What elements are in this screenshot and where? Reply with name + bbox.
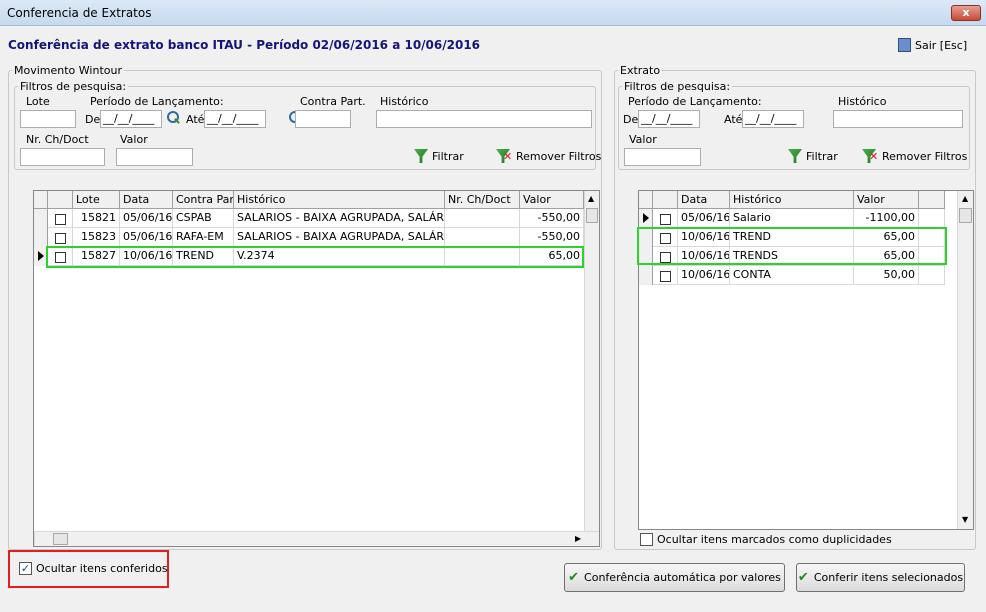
current-row-indicator-icon bbox=[38, 251, 44, 261]
title-bar: Conferencia de Extratos x bbox=[0, 0, 986, 26]
left-periodo-label: Período de Lançamento: bbox=[90, 95, 224, 108]
hide-duplicates-label: Ocultar itens marcados como duplicidades bbox=[657, 533, 892, 546]
left-ate-input[interactable]: __/__/____ bbox=[204, 110, 266, 128]
left-de-input[interactable]: __/__/____ bbox=[100, 110, 162, 128]
table-row[interactable]: 15821 05/06/16 CSPAB SALARIOS - BAIXA AG… bbox=[34, 209, 584, 228]
right-valor-input[interactable] bbox=[624, 148, 701, 166]
auto-reconcile-button[interactable]: ✔ Conferência automática por valores bbox=[564, 563, 785, 592]
right-remove-filters-label: Remover Filtros bbox=[882, 149, 968, 163]
window-title: Conferencia de Extratos bbox=[7, 6, 152, 20]
highlight-box bbox=[46, 246, 584, 268]
hscroll-thumb[interactable] bbox=[53, 533, 68, 545]
row-checkbox[interactable] bbox=[54, 214, 66, 225]
filter-icon bbox=[414, 149, 428, 163]
remove-filter-icon bbox=[862, 149, 878, 163]
extrato-group-title: Extrato bbox=[618, 64, 663, 77]
left-valor-input[interactable] bbox=[116, 148, 193, 166]
left-grid: Lote Data Contra Part. Histórico Nr. Ch/… bbox=[33, 190, 600, 547]
hide-checked-label: Ocultar itens conferidos bbox=[36, 562, 168, 575]
check-icon: ✔ bbox=[797, 570, 809, 585]
confirm-selected-button[interactable]: ✔ Conferir itens selecionados bbox=[796, 563, 965, 592]
left-vertical-scrollbar[interactable]: ▲ bbox=[584, 191, 599, 531]
right-de-label: De bbox=[623, 113, 639, 126]
scroll-thumb[interactable] bbox=[959, 208, 972, 223]
page-title: Conferência de extrato banco ITAU - Perí… bbox=[8, 38, 481, 52]
row-checkbox[interactable] bbox=[659, 214, 671, 225]
movimento-group-title: Movimento Wintour bbox=[12, 64, 124, 77]
col-data[interactable]: Data bbox=[678, 191, 730, 209]
checkbox-checked-icon[interactable]: ✓ bbox=[19, 562, 32, 575]
double-check-icon: ✔ bbox=[568, 570, 580, 585]
left-horizontal-scrollbar[interactable]: ▶ bbox=[34, 531, 599, 546]
left-filter-label: Filtrar bbox=[432, 149, 464, 163]
right-historico-label: Histórico bbox=[838, 95, 887, 108]
lote-input[interactable] bbox=[20, 110, 76, 128]
left-filters-title: Filtros de pesquisa: bbox=[18, 80, 129, 93]
left-historico-label: Histórico bbox=[380, 95, 429, 108]
scroll-up-icon[interactable]: ▲ bbox=[962, 194, 968, 203]
scroll-right-icon[interactable]: ▶ bbox=[575, 534, 581, 543]
col-historico[interactable]: Histórico bbox=[730, 191, 854, 209]
auto-reconcile-label: Conferência automática por valores bbox=[584, 571, 781, 584]
left-de-search-icon[interactable] bbox=[166, 111, 180, 125]
right-filter-label: Filtrar bbox=[806, 149, 838, 163]
confirm-selected-label: Conferir itens selecionados bbox=[813, 571, 964, 584]
scroll-up-icon[interactable]: ▲ bbox=[588, 194, 594, 203]
scroll-thumb[interactable] bbox=[586, 208, 598, 223]
right-valor-label: Valor bbox=[629, 133, 657, 146]
right-grid-header: Data Histórico Valor bbox=[639, 191, 945, 209]
left-grid-header: Lote Data Contra Part. Histórico Nr. Ch/… bbox=[34, 191, 584, 209]
nrch-label: Nr. Ch/Doct bbox=[26, 133, 89, 146]
contra-label: Contra Part. bbox=[300, 95, 366, 108]
right-ate-label: Até bbox=[724, 113, 743, 126]
col-valor[interactable]: Valor bbox=[854, 191, 919, 209]
table-row[interactable]: 05/06/16 Salario -1100,00 bbox=[639, 209, 945, 228]
highlight-box bbox=[637, 227, 947, 265]
close-button[interactable]: x bbox=[951, 5, 981, 21]
filter-icon bbox=[788, 149, 802, 163]
table-row[interactable]: 10/06/16 CONTA 50,00 bbox=[639, 266, 945, 285]
remove-filter-icon bbox=[496, 149, 512, 163]
right-ate-input[interactable]: __/__/____ bbox=[742, 110, 804, 128]
left-remove-filters-label: Remover Filtros bbox=[516, 149, 602, 163]
nrch-input[interactable] bbox=[20, 148, 105, 166]
contra-input[interactable] bbox=[295, 110, 351, 128]
col-lote[interactable]: Lote bbox=[73, 191, 120, 209]
left-de-label: De bbox=[85, 113, 101, 126]
left-ate-label: Até bbox=[186, 113, 205, 126]
right-vertical-scrollbar[interactable]: ▲ ▼ bbox=[957, 191, 973, 529]
col-valor[interactable]: Valor bbox=[520, 191, 584, 209]
col-data[interactable]: Data bbox=[120, 191, 173, 209]
right-historico-input[interactable] bbox=[833, 110, 963, 128]
right-periodo-label: Período de Lançamento: bbox=[628, 95, 762, 108]
hide-duplicates-checkbox[interactable]: Ocultar itens marcados como duplicidades bbox=[640, 533, 892, 546]
col-nrch[interactable]: Nr. Ch/Doct bbox=[445, 191, 520, 209]
table-row[interactable]: 15823 05/06/16 RAFA-EM SALARIOS - BAIXA … bbox=[34, 228, 584, 247]
right-filter-button[interactable]: Filtrar bbox=[788, 149, 838, 163]
exit-label: Sair [Esc] bbox=[915, 38, 968, 52]
right-filters-title: Filtros de pesquisa: bbox=[622, 80, 733, 93]
row-checkbox[interactable] bbox=[54, 233, 66, 244]
right-remove-filters-button[interactable]: Remover Filtros bbox=[862, 149, 968, 164]
left-remove-filters-button[interactable]: Remover Filtros bbox=[496, 149, 602, 164]
current-row-indicator-icon bbox=[643, 213, 649, 223]
checkbox-box[interactable] bbox=[640, 533, 653, 546]
exit-button[interactable]: Sair [Esc] bbox=[898, 38, 967, 52]
col-historico[interactable]: Histórico bbox=[234, 191, 445, 209]
door-icon bbox=[898, 38, 911, 52]
col-contra[interactable]: Contra Part. bbox=[173, 191, 234, 209]
right-de-input[interactable]: __/__/____ bbox=[638, 110, 700, 128]
scroll-down-icon[interactable]: ▼ bbox=[962, 515, 968, 524]
left-historico-input[interactable] bbox=[376, 110, 592, 128]
left-valor-label: Valor bbox=[120, 133, 148, 146]
row-checkbox[interactable] bbox=[659, 271, 671, 282]
lote-label: Lote bbox=[26, 95, 50, 108]
left-filter-button[interactable]: Filtrar bbox=[414, 149, 464, 163]
hide-checked-checkbox[interactable]: ✓ Ocultar itens conferidos bbox=[19, 562, 168, 575]
